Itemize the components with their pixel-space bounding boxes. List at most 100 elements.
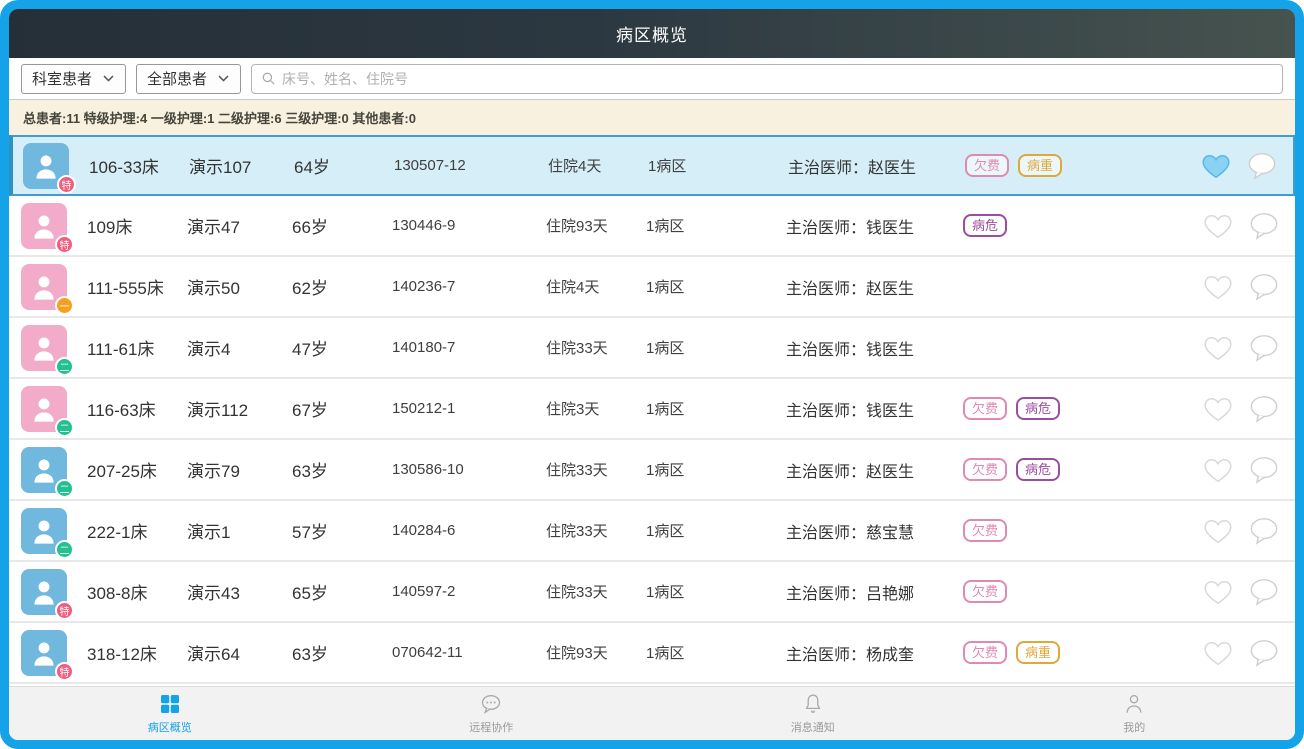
chevron-down-icon <box>217 72 230 85</box>
care-level-badge: 二 <box>55 418 74 437</box>
bed-number: 308-8床 <box>87 579 187 604</box>
attending-doctor: 主治医师：杨成奎 <box>786 641 961 665</box>
care-level-badge: 特 <box>57 175 76 194</box>
patient-name: 演示4 <box>187 335 292 360</box>
row-action-icons <box>1183 455 1295 485</box>
search-box[interactable] <box>251 64 1283 94</box>
message-icon[interactable] <box>1245 151 1279 181</box>
favorite-icon[interactable] <box>1201 211 1235 241</box>
patient-name: 演示107 <box>189 153 294 178</box>
profile-icon <box>1122 692 1146 716</box>
patient-row[interactable]: 二111-61床演示447岁140180-7住院33天1病区主治医师：钱医生 <box>9 318 1295 379</box>
favorite-icon[interactable] <box>1201 455 1235 485</box>
patient-row[interactable]: 二222-1床演示157岁140284-6住院33天1病区主治医师：慈宝慧欠费 <box>9 501 1295 562</box>
patient-id: 140597-2 <box>392 583 546 600</box>
department-dropdown[interactable]: 科室患者 <box>21 64 126 94</box>
favorite-icon[interactable] <box>1201 516 1235 546</box>
patient-age: 64岁 <box>294 153 394 178</box>
patient-name: 演示50 <box>187 274 292 299</box>
title-bar: 病区概览 <box>9 9 1295 58</box>
tab-message-notifications[interactable]: 消息通知 <box>652 687 974 740</box>
patient-type-dropdown[interactable]: 全部患者 <box>136 64 241 94</box>
bed-number: 111-61床 <box>87 335 187 360</box>
hospital-days: 住院33天 <box>546 337 646 358</box>
chevron-down-icon <box>102 72 115 85</box>
status-tag: 病危 <box>963 214 1007 237</box>
hospital-days: 住院93天 <box>546 215 646 236</box>
care-level-badge: 特 <box>55 662 74 681</box>
patient-id: 140236-7 <box>392 278 546 295</box>
bed-number: 207-25床 <box>87 457 187 482</box>
status-tags: 欠费 <box>961 519 1183 542</box>
status-tag: 病重 <box>1016 641 1060 664</box>
message-icon[interactable] <box>1247 272 1281 302</box>
favorite-icon[interactable] <box>1201 394 1235 424</box>
care-level-badge: 二 <box>55 479 74 498</box>
patient-list: 特106-33床演示10764岁130507-12住院4天1病区主治医师：赵医生… <box>9 135 1295 686</box>
attending-doctor: 主治医师：吕艳娜 <box>786 580 961 604</box>
search-icon <box>261 71 276 86</box>
patient-avatar: 二 <box>21 508 67 554</box>
patient-age: 47岁 <box>292 335 392 360</box>
filter-bar: 科室患者 全部患者 <box>9 58 1295 100</box>
tab-profile[interactable]: 我的 <box>974 687 1296 740</box>
tab-label: 消息通知 <box>791 719 835 735</box>
ward-name: 1病区 <box>646 459 786 480</box>
patient-avatar: 二 <box>21 325 67 371</box>
attending-doctor: 主治医师：钱医生 <box>786 214 961 238</box>
status-tag: 欠费 <box>963 458 1007 481</box>
tab-label: 病区概览 <box>148 719 192 735</box>
status-tag: 欠费 <box>963 641 1007 664</box>
patient-id: 130507-12 <box>394 157 548 174</box>
tab-ward-overview[interactable]: 病区概览 <box>9 687 331 740</box>
tab-label: 我的 <box>1123 719 1145 735</box>
hospital-days: 住院3天 <box>546 398 646 419</box>
patient-id: 140284-6 <box>392 522 546 539</box>
message-icon[interactable] <box>1247 516 1281 546</box>
patient-row[interactable]: 特109床演示4766岁130446-9住院93天1病区主治医师：钱医生病危 <box>9 196 1295 257</box>
patient-avatar: 二 <box>21 447 67 493</box>
care-level-badge: 特 <box>55 601 74 620</box>
patient-row[interactable]: 特318-12床演示6463岁070642-11住院93天1病区主治医师：杨成奎… <box>9 623 1295 684</box>
patient-row[interactable]: 特308-8床演示4365岁140597-2住院33天1病区主治医师：吕艳娜欠费 <box>9 562 1295 623</box>
message-icon[interactable] <box>1247 333 1281 363</box>
patient-row[interactable]: 特106-33床演示10764岁130507-12住院4天1病区主治医师：赵医生… <box>9 135 1295 196</box>
bed-number: 109床 <box>87 213 187 238</box>
favorite-icon[interactable] <box>1201 333 1235 363</box>
patient-age: 62岁 <box>292 274 392 299</box>
message-icon[interactable] <box>1247 394 1281 424</box>
favorite-icon[interactable] <box>1201 577 1235 607</box>
message-icon[interactable] <box>1247 638 1281 668</box>
ward-name: 1病区 <box>646 581 786 602</box>
bed-number: 111-555床 <box>87 274 187 299</box>
patient-avatar: 特 <box>23 143 69 189</box>
status-tag: 欠费 <box>963 397 1007 420</box>
patient-row[interactable]: 二207-25床演示7963岁130586-10住院33天1病区主治医师：赵医生… <box>9 440 1295 501</box>
patient-name: 演示47 <box>187 213 292 238</box>
row-action-icons <box>1181 151 1293 181</box>
status-tags: 欠费病重 <box>961 641 1183 664</box>
tab-remote-collaboration[interactable]: 远程协作 <box>331 687 653 740</box>
status-tag: 病重 <box>1018 154 1062 177</box>
status-tags: 欠费病重 <box>963 154 1181 177</box>
message-icon[interactable] <box>1247 211 1281 241</box>
patient-id: 130446-9 <box>392 217 546 234</box>
search-input[interactable] <box>282 71 1273 87</box>
message-icon[interactable] <box>1247 455 1281 485</box>
status-tags: 欠费病危 <box>961 458 1183 481</box>
favorite-icon[interactable] <box>1201 272 1235 302</box>
status-tag: 欠费 <box>965 154 1009 177</box>
patient-name: 演示1 <box>187 518 292 543</box>
app-window: 病区概览 科室患者 全部患者 总患者:11 特级护理:4 一级护理:1 二级护理… <box>0 0 1304 749</box>
favorite-icon[interactable] <box>1199 151 1233 181</box>
favorite-icon[interactable] <box>1201 638 1235 668</box>
patient-row[interactable]: 一111-555床演示5062岁140236-7住院4天1病区主治医师：赵医生 <box>9 257 1295 318</box>
care-level-badge: 特 <box>55 235 74 254</box>
patient-row[interactable]: 二116-63床演示11267岁150212-1住院3天1病区主治医师：钱医生欠… <box>9 379 1295 440</box>
attending-doctor: 主治医师：赵医生 <box>786 458 961 482</box>
care-level-badge: 二 <box>55 540 74 559</box>
patient-name: 演示43 <box>187 579 292 604</box>
message-icon[interactable] <box>1247 577 1281 607</box>
attending-doctor: 主治医师：慈宝慧 <box>786 519 961 543</box>
hospital-days: 住院4天 <box>546 276 646 297</box>
